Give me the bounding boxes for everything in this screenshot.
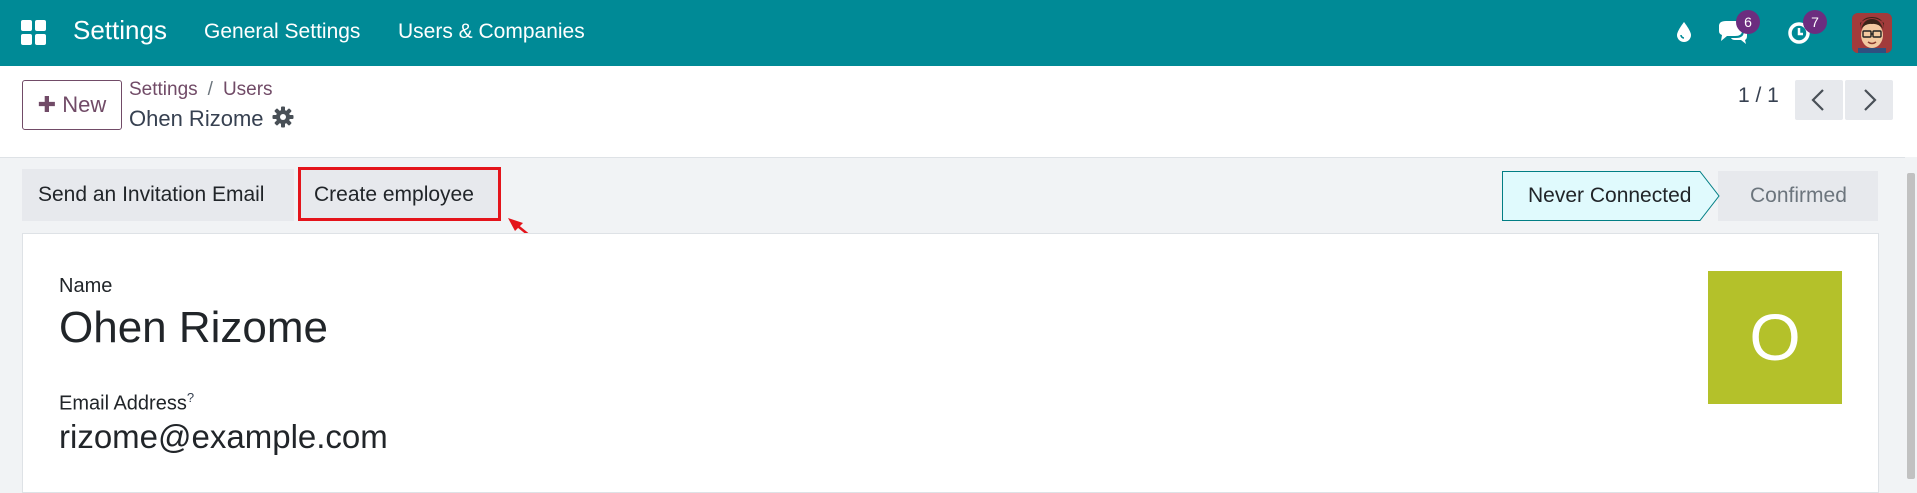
record-title: Ohen Rizome (129, 106, 264, 131)
email-label: Email Address? (59, 390, 194, 416)
help-tooltip-icon[interactable]: ? (187, 390, 194, 405)
status-inactive-label: Confirmed (1750, 184, 1847, 207)
menu-users-companies[interactable]: Users & Companies (398, 20, 585, 44)
new-button[interactable]: ✚ New (22, 80, 122, 130)
user-avatar[interactable] (1852, 13, 1892, 53)
app-title[interactable]: Settings (73, 15, 167, 46)
activity-badge: 7 (1803, 10, 1827, 34)
status-active-label: Never Connected (1528, 184, 1692, 207)
breadcrumb-separator: / (207, 79, 213, 100)
top-navbar: Settings General Settings Users & Compan… (0, 0, 1917, 66)
create-employee-button[interactable]: Create employee (298, 169, 501, 221)
name-field[interactable]: Ohen Rizome (59, 303, 328, 353)
apps-menu-icon[interactable] (21, 20, 47, 46)
menu-general-settings[interactable]: General Settings (204, 20, 360, 44)
plus-icon: ✚ (37, 92, 57, 117)
chevron-left-icon (1811, 89, 1824, 111)
send-invitation-button[interactable]: Send an Invitation Email (22, 169, 294, 221)
drop-icon[interactable] (1666, 14, 1702, 50)
breadcrumb: Settings / Users (129, 79, 273, 101)
chevron-right-icon (1864, 89, 1877, 111)
breadcrumb-settings[interactable]: Settings (129, 79, 198, 100)
gear-icon[interactable] (272, 106, 294, 128)
control-panel: ✚ New Settings / Users Ohen Rizome 1 / 1 (0, 66, 1917, 158)
email-label-text: Email Address (59, 392, 187, 415)
breadcrumb-users[interactable]: Users (223, 79, 273, 100)
pager-previous-button[interactable] (1795, 80, 1843, 120)
email-field[interactable]: rizome@example.com (59, 418, 388, 456)
chat-icon[interactable]: 6 (1715, 10, 1760, 50)
name-label: Name (59, 275, 113, 297)
new-button-label: New (62, 92, 107, 117)
pager-next-button[interactable] (1845, 80, 1893, 120)
clock-icon[interactable]: 7 (1782, 10, 1827, 50)
pager-value[interactable]: 1 / 1 (1738, 84, 1779, 108)
chat-badge: 6 (1736, 10, 1760, 34)
user-image-placeholder[interactable]: O (1708, 271, 1842, 404)
scrollbar[interactable] (1905, 157, 1917, 479)
scrollbar-thumb[interactable] (1907, 173, 1915, 479)
